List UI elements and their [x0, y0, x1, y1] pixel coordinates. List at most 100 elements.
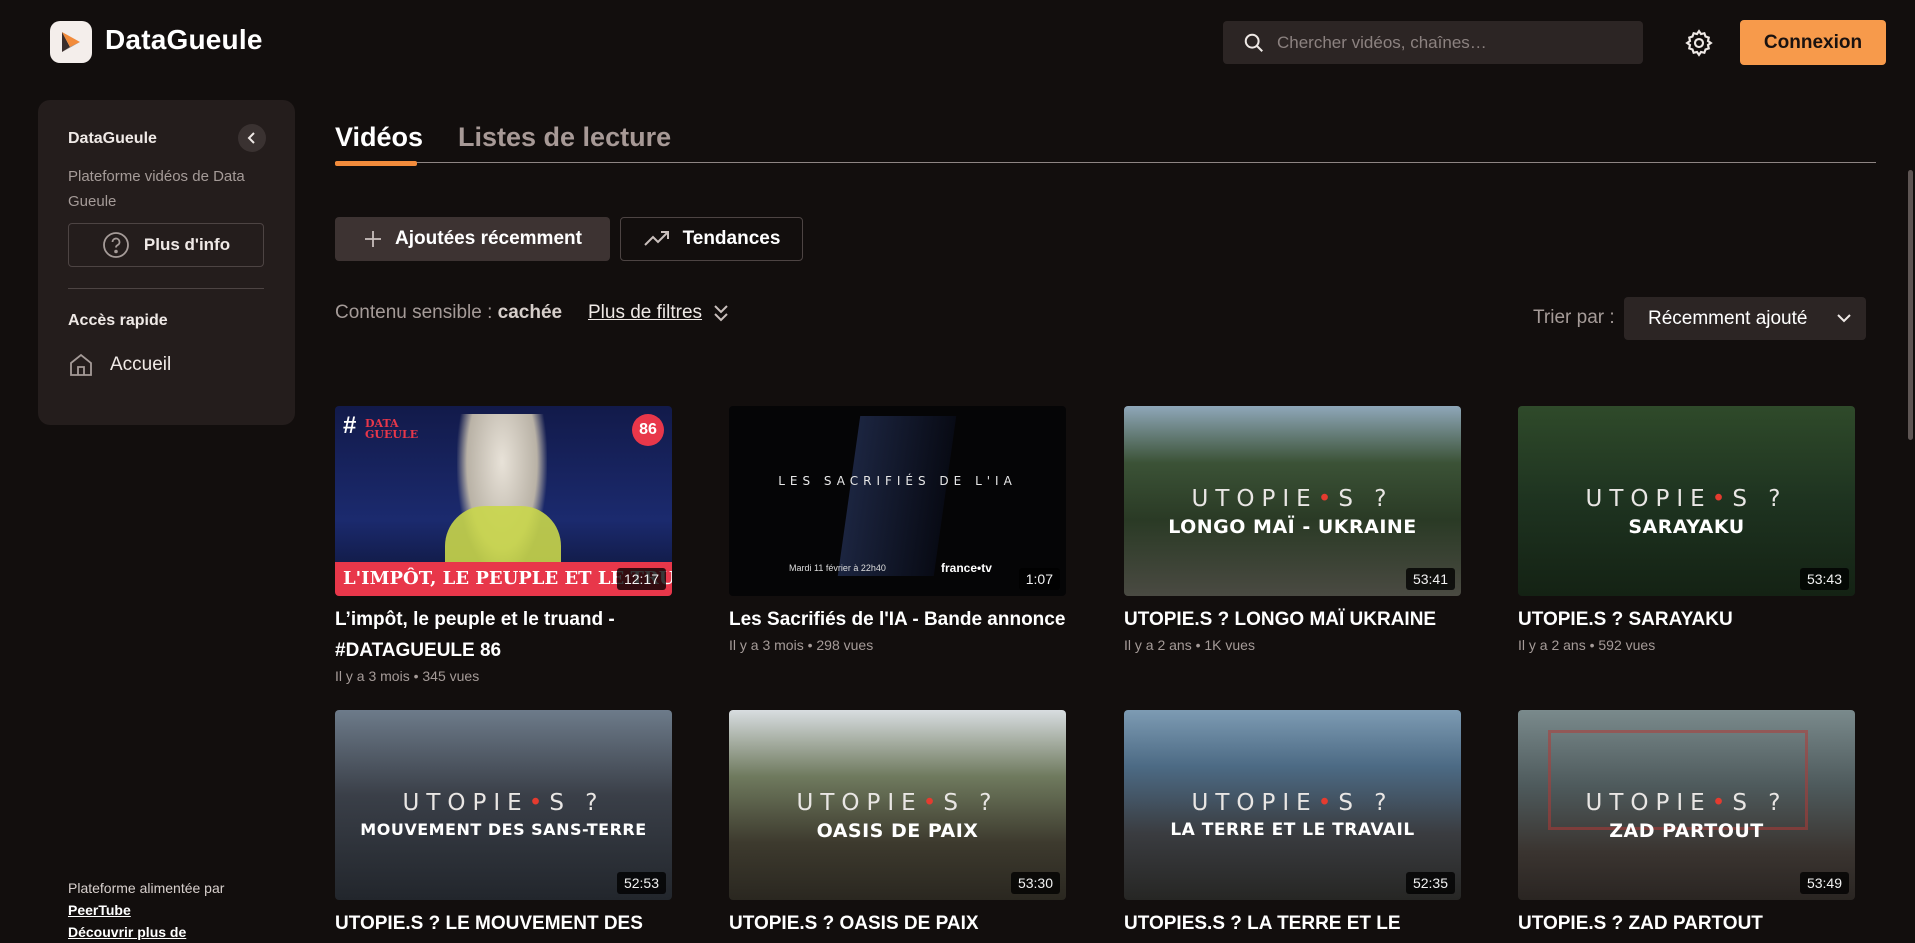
- thumbnail-overlay-title: LA TERRE ET LE TRAVAIL: [1170, 820, 1415, 840]
- quick-access-heading: Accès rapide: [68, 312, 168, 329]
- more-info-button[interactable]: Plus d'info: [68, 223, 264, 267]
- sort-label: Trier par :: [1533, 307, 1615, 328]
- video-thumbnail[interactable]: UTOPIE•S ? LONGO MAÏ - UKRAINE 53:41: [1124, 406, 1461, 596]
- page-scrollbar[interactable]: [1908, 170, 1913, 440]
- utopie-mark: UTOPIE•S ?: [1585, 486, 1788, 512]
- broadcast-date: Mardi 11 février à 22h40: [789, 563, 886, 573]
- video-card[interactable]: # DATA GUEULE 86 L'IMPÔT, LE PEUPLE ET L…: [335, 406, 672, 684]
- utopie-mark: UTOPIE•S ?: [1191, 790, 1394, 816]
- trending-label: Tendances: [682, 228, 781, 249]
- channel-mark: france•tv: [941, 561, 992, 575]
- video-title[interactable]: UTOPIE.S ? OASIS DE PAIX: [729, 908, 1066, 939]
- thumbnail-overlay-title: SARAYAKU: [1628, 516, 1745, 538]
- search-icon: [1244, 33, 1263, 52]
- ia-letters-shape: [837, 416, 957, 576]
- sensitive-content-filter[interactable]: Contenu sensible : cachée: [335, 302, 562, 324]
- top-bar: DataGueule Connexion: [0, 0, 1915, 84]
- video-duration: 53:30: [1010, 872, 1060, 894]
- sidebar-channel-name: DataGueule: [68, 130, 157, 147]
- video-card[interactable]: UTOPIE•S ? ZAD PARTOUT 53:49 UTOPIE.S ? …: [1518, 710, 1855, 941]
- video-duration: 52:53: [616, 872, 666, 894]
- logo-icon[interactable]: [50, 21, 92, 63]
- login-button[interactable]: Connexion: [1740, 20, 1886, 65]
- plus-icon: [365, 231, 382, 247]
- video-meta: Il y a 3 mois • 298 vues: [729, 637, 874, 653]
- tab-playlists[interactable]: Listes de lecture: [458, 122, 671, 163]
- video-duration: 1:07: [1018, 568, 1060, 590]
- video-card[interactable]: UTOPIE•S ? OASIS DE PAIX 53:30 UTOPIE.S …: [729, 710, 1066, 941]
- powered-by-text: Plateforme alimentée par: [68, 880, 225, 896]
- video-thumbnail[interactable]: LES SACRIFIÉS DE L'IA Mardi 11 février à…: [729, 406, 1066, 596]
- more-info-label: Plus d'info: [143, 235, 231, 254]
- recently-added-label: Ajoutées récemment: [395, 228, 582, 249]
- sort-select[interactable]: Récemment ajouté: [1624, 297, 1866, 340]
- tab-videos[interactable]: Vidéos: [335, 122, 423, 166]
- trending-button[interactable]: Tendances: [620, 217, 803, 261]
- sidebar-item-home[interactable]: Accueil: [68, 352, 171, 378]
- utopie-mark: UTOPIE•S ?: [402, 790, 605, 816]
- home-icon: [70, 353, 92, 376]
- sidebar-description: Plateforme vidéos de Data Gueule: [68, 168, 245, 210]
- utopie-mark: UTOPIE•S ?: [1191, 486, 1394, 512]
- utopie-mark: UTOPIE•S ?: [1585, 790, 1788, 816]
- video-card[interactable]: UTOPIE•S ? SARAYAKU 53:43 UTOPIE.S ? SAR…: [1518, 406, 1855, 653]
- sidebar: DataGueule Plateforme vidéos de Data Gue…: [38, 100, 295, 425]
- sidebar-item-label: Accueil: [110, 354, 172, 375]
- settings-gear-icon[interactable]: [1684, 28, 1714, 58]
- chevron-down-icon: [1837, 314, 1851, 323]
- video-title[interactable]: UTOPIES.S ? LA TERRE ET LE: [1124, 908, 1461, 939]
- discover-more-link[interactable]: Découvrir plus de: [68, 921, 248, 943]
- peertube-link[interactable]: PeerTube: [68, 899, 248, 921]
- thumbnail-overlay-title: LES SACRIFIÉS DE L'IA: [778, 474, 1017, 488]
- video-thumbnail[interactable]: # DATA GUEULE 86 L'IMPÔT, LE PEUPLE ET L…: [335, 406, 672, 596]
- video-card[interactable]: UTOPIE•S ? LA TERRE ET LE TRAVAIL 52:35 …: [1124, 710, 1461, 941]
- video-meta: Il y a 3 mois • 345 vues: [335, 668, 480, 684]
- video-title[interactable]: UTOPIE.S ? SARAYAKU: [1518, 604, 1855, 635]
- search-input[interactable]: [1277, 32, 1637, 53]
- video-duration: 52:35: [1405, 872, 1455, 894]
- video-title[interactable]: Les Sacrifiés de l'IA - Bande annonce: [729, 604, 1066, 635]
- sensitive-label: Contenu sensible :: [335, 302, 493, 323]
- video-title[interactable]: UTOPIE.S ? LONGO MAÏ UKRAINE: [1124, 604, 1461, 635]
- recently-added-button[interactable]: Ajoutées récemment: [335, 217, 610, 261]
- more-filters-toggle[interactable]: Plus de filtres: [588, 302, 730, 324]
- trending-up-icon: [643, 231, 669, 246]
- video-thumbnail[interactable]: UTOPIE•S ? OASIS DE PAIX 53:30: [729, 710, 1066, 900]
- chevron-left-icon: [247, 132, 255, 144]
- video-thumbnail[interactable]: UTOPIE•S ? MOUVEMENT DES SANS-TERRE 52:5…: [335, 710, 672, 900]
- powered-by-note: Plateforme alimentée par PeerTube Découv…: [68, 877, 248, 943]
- utopie-mark: UTOPIE•S ?: [796, 790, 999, 816]
- thumbnail-overlay-title: ZAD PARTOUT: [1609, 820, 1764, 842]
- video-meta: Il y a 2 ans • 1K vues: [1124, 637, 1255, 653]
- video-title[interactable]: UTOPIE.S ? LE MOUVEMENT DES: [335, 908, 672, 939]
- thumbnail-overlay-title: OASIS DE PAIX: [816, 820, 979, 842]
- video-card[interactable]: LES SACRIFIÉS DE L'IA Mardi 11 février à…: [729, 406, 1066, 653]
- sidebar-divider: [68, 288, 264, 289]
- video-title[interactable]: L’impôt, le peuple et le truand - #DATAG…: [335, 604, 672, 666]
- video-card[interactable]: UTOPIE•S ? LONGO MAÏ - UKRAINE 53:41 UTO…: [1124, 406, 1461, 653]
- double-chevron-down-icon: [714, 305, 728, 322]
- search-bar[interactable]: [1223, 21, 1643, 64]
- collapse-sidebar-button[interactable]: [238, 124, 266, 152]
- yellow-vest-shape: [445, 506, 561, 566]
- thumbnail-overlay-title: LONGO MAÏ - UKRAINE: [1168, 516, 1417, 538]
- video-card[interactable]: UTOPIE•S ? MOUVEMENT DES SANS-TERRE 52:5…: [335, 710, 672, 941]
- sensitive-value: cachée: [497, 302, 563, 323]
- video-thumbnail[interactable]: UTOPIE•S ? LA TERRE ET LE TRAVAIL 52:35: [1124, 710, 1461, 900]
- video-duration: 53:49: [1799, 872, 1849, 894]
- video-duration: 53:43: [1799, 568, 1849, 590]
- video-thumbnail[interactable]: UTOPIE•S ? ZAD PARTOUT 53:49: [1518, 710, 1855, 900]
- video-duration: 12:17: [616, 568, 666, 590]
- more-filters-label: Plus de filtres: [588, 302, 703, 323]
- video-title[interactable]: UTOPIE.S ? ZAD PARTOUT: [1518, 908, 1855, 939]
- video-meta: Il y a 2 ans • 592 vues: [1518, 637, 1656, 653]
- sort-selected-value: Récemment ajouté: [1648, 307, 1808, 329]
- hashtag-mark: #: [343, 412, 357, 439]
- video-thumbnail[interactable]: UTOPIE•S ? SARAYAKU 53:43: [1518, 406, 1855, 596]
- help-circle-icon: [102, 232, 129, 258]
- video-duration: 53:41: [1405, 568, 1455, 590]
- episode-badge: 86: [632, 414, 664, 446]
- datagueule-mark: DATA GUEULE: [365, 417, 419, 441]
- thumbnail-overlay-title: MOUVEMENT DES SANS-TERRE: [360, 820, 647, 839]
- site-brand[interactable]: DataGueule: [105, 24, 263, 56]
